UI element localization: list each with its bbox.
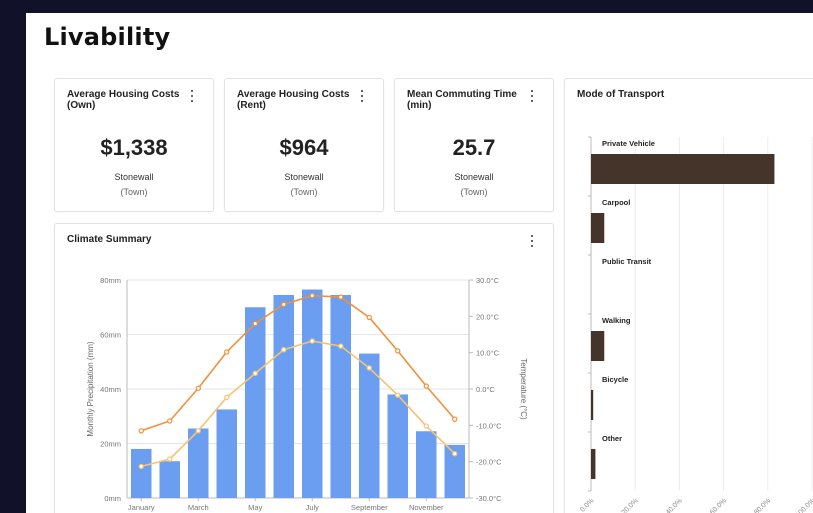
stat-value: $1,338 — [100, 135, 168, 160]
temperature-low-point — [395, 392, 401, 398]
y-tick-label: 40mm — [100, 385, 121, 394]
x-tick-label: 100.0% — [795, 497, 813, 513]
x-tick-label: 80.0% — [753, 497, 772, 513]
precipitation-bar — [415, 431, 437, 498]
stat-card-commute-time: Mean Commuting Time (min) 25.7 Stonewall… — [394, 78, 554, 212]
y-right-tick-label: 20.0°C — [476, 312, 500, 321]
stat-card-housing-own: Average Housing Costs (Own) $1,338 Stone… — [54, 78, 214, 212]
temperature-high-point — [338, 294, 344, 300]
x-tick-label: May — [248, 503, 262, 512]
temperature-low-point — [195, 428, 201, 434]
temperature-high-point — [366, 314, 372, 321]
y-right-tick-label: 30.0°C — [476, 276, 500, 285]
precipitation-bar — [244, 307, 266, 498]
x-tick-label: July — [306, 503, 320, 512]
x-tick-label: 60.0% — [709, 497, 728, 513]
temperature-high-point — [138, 428, 144, 434]
temperature-low-point — [281, 347, 287, 353]
x-tick-label: March — [188, 503, 209, 512]
transport-bar — [591, 213, 605, 243]
page-title: Livability — [44, 23, 171, 51]
temperature-high-point — [252, 320, 258, 327]
category-label: Private Vehicle — [602, 139, 655, 148]
temperature-high-point — [195, 385, 201, 391]
y-tick-label: 80mm — [100, 276, 121, 285]
climate-summary-card: Climate Summary 0mm 20mm 40mm 60mm 80mm -30.0… — [54, 223, 554, 513]
category-label: Other — [602, 434, 622, 443]
precipitation-bar — [301, 289, 323, 498]
x-tick-label: January — [128, 503, 155, 512]
transport-bar — [591, 449, 596, 479]
y-axis-title: Monthly Precipitation (mm) — [86, 341, 95, 436]
precipitation-bar — [387, 394, 409, 498]
transport-chart: 0.0% 20.0% 40.0% 60.0% 80.0% 100.0% Private Ve… — [579, 136, 813, 513]
precipitation-bar — [330, 294, 352, 498]
temperature-low-point — [366, 365, 372, 371]
livability-section: Livability Average Housing Costs (Own) $… — [26, 13, 813, 513]
card-title: Average Housing Costs (Rent) — [237, 89, 350, 111]
temperature-low-point — [338, 343, 344, 349]
temperature-high-point — [281, 301, 287, 308]
mode-of-transport-card: Mode of Transport 0.0% 20.0% 40.0% 60.0% 80.… — [564, 78, 813, 513]
y-tick-label: 60mm — [100, 331, 121, 340]
x-tick-label: 40.0% — [665, 497, 684, 513]
x-tick-label: 20.0% — [621, 497, 640, 513]
y-right-tick-label: -20.0°C — [476, 458, 502, 467]
precipitation-bar — [216, 409, 238, 498]
temperature-low-point — [167, 456, 173, 462]
transport-bar — [591, 154, 775, 184]
card-title: Mean Commuting Time (min) — [407, 89, 517, 111]
temperature-high-point — [167, 418, 173, 424]
temperature-low-point — [452, 450, 458, 457]
y-right-axis-title: Temperature (°C) — [519, 358, 528, 420]
more-options-icon[interactable] — [187, 89, 197, 103]
y-right-tick-label: 10.0°C — [476, 349, 500, 358]
temperature-low-point — [138, 463, 144, 470]
x-tick-label: 0.0% — [579, 497, 595, 513]
stat-place: Stonewall — [114, 172, 154, 182]
stat-value: 25.7 — [452, 135, 496, 160]
stat-card-housing-rent: Average Housing Costs (Rent) $964 Stonew… — [224, 78, 384, 212]
category-label: Public Transit — [602, 257, 652, 266]
category-label: Bicycle — [602, 375, 628, 384]
y-right-tick-label: -30.0°C — [476, 494, 502, 503]
temperature-high-point — [452, 416, 458, 422]
stat-place-type: (Town) — [290, 187, 318, 197]
temperature-high-point — [224, 349, 230, 355]
stat-place: Stonewall — [284, 172, 324, 182]
stat-place-type: (Town) — [120, 187, 148, 197]
y-tick-label: 20mm — [100, 440, 121, 449]
temperature-low-point — [309, 338, 315, 344]
transport-bar — [591, 331, 605, 361]
y-right-tick-label: -10.0°C — [476, 421, 502, 430]
transport-bar — [591, 390, 594, 420]
temperature-low-point — [252, 370, 258, 377]
stat-place-type: (Town) — [460, 187, 488, 197]
precipitation-bar — [159, 461, 181, 498]
x-tick-label: November — [409, 503, 444, 512]
stat-place: Stonewall — [454, 172, 494, 182]
x-tick-label: September — [351, 503, 388, 512]
climate-chart: 0mm 20mm 40mm 60mm 80mm -30.0°C -20.0°C -10.0°C… — [86, 276, 528, 512]
card-title: Average Housing Costs (Own) — [67, 89, 180, 111]
y-tick-label: 0mm — [104, 494, 121, 503]
temperature-high-point — [423, 383, 429, 389]
temperature-high-point — [309, 292, 315, 299]
y-right-tick-label: 0.0°C — [476, 385, 495, 394]
category-label: Walking — [602, 316, 631, 325]
temperature-low-point — [224, 394, 230, 401]
category-label: Carpool — [602, 198, 630, 207]
more-options-icon[interactable] — [527, 89, 537, 103]
precipitation-bar — [130, 448, 152, 498]
stat-value: $964 — [279, 135, 329, 160]
more-options-icon[interactable] — [357, 89, 367, 103]
temperature-high-point — [395, 348, 401, 354]
precipitation-bar — [273, 294, 295, 498]
temperature-low-point — [423, 423, 429, 429]
